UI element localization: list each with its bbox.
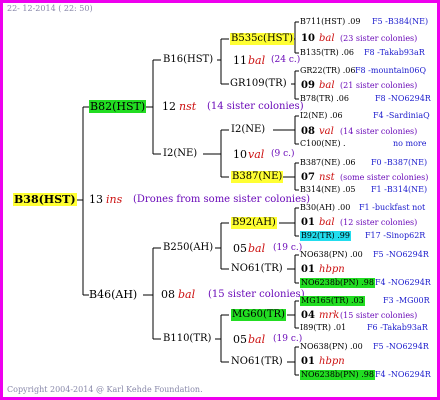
l4-7-a[interactable]: NO638(PN) .00 [300, 343, 363, 351]
l4-0-b[interactable]: B135(TR) .06 [300, 49, 354, 57]
l4-7-a2: F5 -NO6294R [373, 342, 429, 351]
l4-4-a2: F1 -buckfast not [359, 203, 426, 212]
l4-5-num: 01 [301, 264, 315, 275]
l4-0-a[interactable]: B711(HST) .09 [300, 18, 360, 26]
node-b110[interactable]: B110(TR) [163, 334, 211, 344]
l4-2-a2: F4 -SardiniaQ [373, 111, 430, 120]
l4-3-a2: F0 -B387(NE) [371, 158, 428, 167]
l4-0-note: (23 sister colonies) [340, 34, 418, 43]
b16-code: bal [248, 54, 266, 67]
node-i2-ne[interactable]: I2(NE) [231, 125, 265, 135]
b82-note: (14 sister colonies) [207, 101, 304, 112]
node-gr109[interactable]: GR109(TR) [230, 79, 287, 89]
date-stamp: 22- 12-2014 ( 22: 50) [7, 4, 93, 13]
root-note: (Drones from some sister colonies) [133, 194, 311, 205]
b16-num: 11 [233, 54, 247, 67]
node-no61-a[interactable]: NO61(TR) [231, 264, 283, 274]
l4-4-code: bal [319, 217, 335, 228]
node-b250[interactable]: B250(AH) [163, 243, 213, 253]
l4-3-code: nst [319, 172, 335, 183]
l4-3-a[interactable]: B387(NE) .06 [300, 159, 356, 167]
l4-3-num: 07 [301, 172, 315, 183]
l4-1-num: 09 [301, 80, 315, 91]
l4-4-b2: F17 -Sinop62R [365, 231, 426, 240]
l4-5-code: hbpn [319, 264, 345, 275]
node-b535c[interactable]: B535c(HST) [230, 33, 295, 45]
l4-0-b2: F8 -Takab93aR [364, 48, 425, 57]
copyright: Copyright 2004-2014 @ Karl Kehde Foundat… [7, 385, 203, 394]
l4-6-num: 04 [301, 310, 315, 321]
b110-num: 05 [233, 333, 247, 346]
b46-note: (15 sister colonies) [208, 289, 305, 300]
node-b387[interactable]: B387(NE) [231, 171, 284, 183]
pedigree-canvas: 22- 12-2014 ( 22: 50) B38(HST) 13 ins (D… [0, 0, 440, 400]
l4-2-b[interactable]: C100(NE) . [300, 140, 346, 148]
l4-0-num: 10 [301, 33, 315, 44]
b82-code: nst [179, 100, 197, 113]
node-b16[interactable]: B16(HST) [163, 55, 213, 65]
l4-3-b[interactable]: B314(NE) .05 [300, 186, 356, 194]
l4-4-a[interactable]: B30(AH) .00 [300, 204, 350, 212]
root-node[interactable]: B38(HST) [13, 193, 77, 206]
i2-num: 10 [233, 148, 247, 161]
b250-num: 05 [233, 242, 247, 255]
l4-1-code: bal [319, 80, 335, 91]
l4-3-note: (some sister colonies) [340, 173, 429, 182]
l4-6-a[interactable]: MG165(TR) .03 [300, 296, 365, 306]
l4-2-a[interactable]: I2(NE) .06 [300, 112, 343, 120]
l4-6-code: mrk [319, 310, 340, 321]
l4-3-b2: F1 -B314(NE) [371, 185, 428, 194]
node-i2[interactable]: I2(NE) [163, 149, 197, 159]
l4-0-code: bal [319, 33, 335, 44]
node-b82[interactable]: B82(HST) [89, 100, 147, 113]
l4-7-code: hbpn [319, 356, 345, 367]
b82-num: 12 [162, 100, 176, 113]
l4-6-b2: F6 -Takab93aR [367, 323, 428, 332]
l4-7-num: 01 [301, 356, 315, 367]
b110-note: (19 c.) [273, 334, 303, 344]
i2-note: (9 c.) [271, 149, 295, 159]
l4-1-a[interactable]: GR22(TR) .06 [300, 67, 355, 75]
node-no61-b[interactable]: NO61(TR) [231, 357, 283, 367]
l4-6-note: (15 sister colonies) [340, 311, 418, 320]
l4-6-b[interactable]: I89(TR) .01 [300, 324, 346, 332]
l4-7-b[interactable]: NO6238b(PN) .98 [300, 370, 375, 380]
l4-4-num: 01 [301, 217, 315, 228]
b46-num: 08 [161, 288, 175, 301]
i2-code: val [248, 148, 265, 161]
l4-2-note: (14 sister colonies) [340, 127, 418, 136]
l4-2-code: val [319, 126, 334, 137]
node-mg60[interactable]: MG60(TR) [231, 309, 286, 321]
l4-1-b2: F8 -NO6294R [375, 94, 431, 103]
b46-code: bal [178, 288, 196, 301]
node-b46[interactable]: B46(AH) [89, 289, 137, 300]
l4-5-b[interactable]: NO6238b(PN) .98 [300, 278, 375, 288]
l4-0-a2: F5 -B384(NE) [372, 17, 429, 26]
l4-2-num: 08 [301, 126, 315, 137]
l4-4-b[interactable]: B92(TR) .99 [300, 231, 351, 241]
root-num: 13 [89, 193, 103, 206]
l4-6-a2: F3 -MG00R [383, 296, 430, 305]
l4-1-note: (21 sister colonies) [340, 81, 418, 90]
b250-code: bal [248, 242, 266, 255]
l4-2-b2: no more [393, 139, 427, 148]
b250-note: (19 c.) [273, 243, 303, 253]
l4-4-note: (12 sister colonies) [340, 218, 418, 227]
l4-1-b[interactable]: B78(TR) .06 [300, 95, 349, 103]
root-code: ins [106, 193, 123, 206]
l4-5-b2: F4 -NO6294R [375, 278, 431, 287]
l4-5-a2: F5 -NO6294R [373, 250, 429, 259]
l4-7-b2: F4 -NO6294R [375, 370, 431, 379]
b110-code: bal [248, 333, 266, 346]
l4-5-a[interactable]: NO638(PN) .00 [300, 251, 363, 259]
l4-1-a2: F8 -mountain06Q [355, 66, 427, 75]
b16-note: (24 c.) [271, 55, 301, 65]
node-b92[interactable]: B92(AH) [231, 217, 277, 229]
